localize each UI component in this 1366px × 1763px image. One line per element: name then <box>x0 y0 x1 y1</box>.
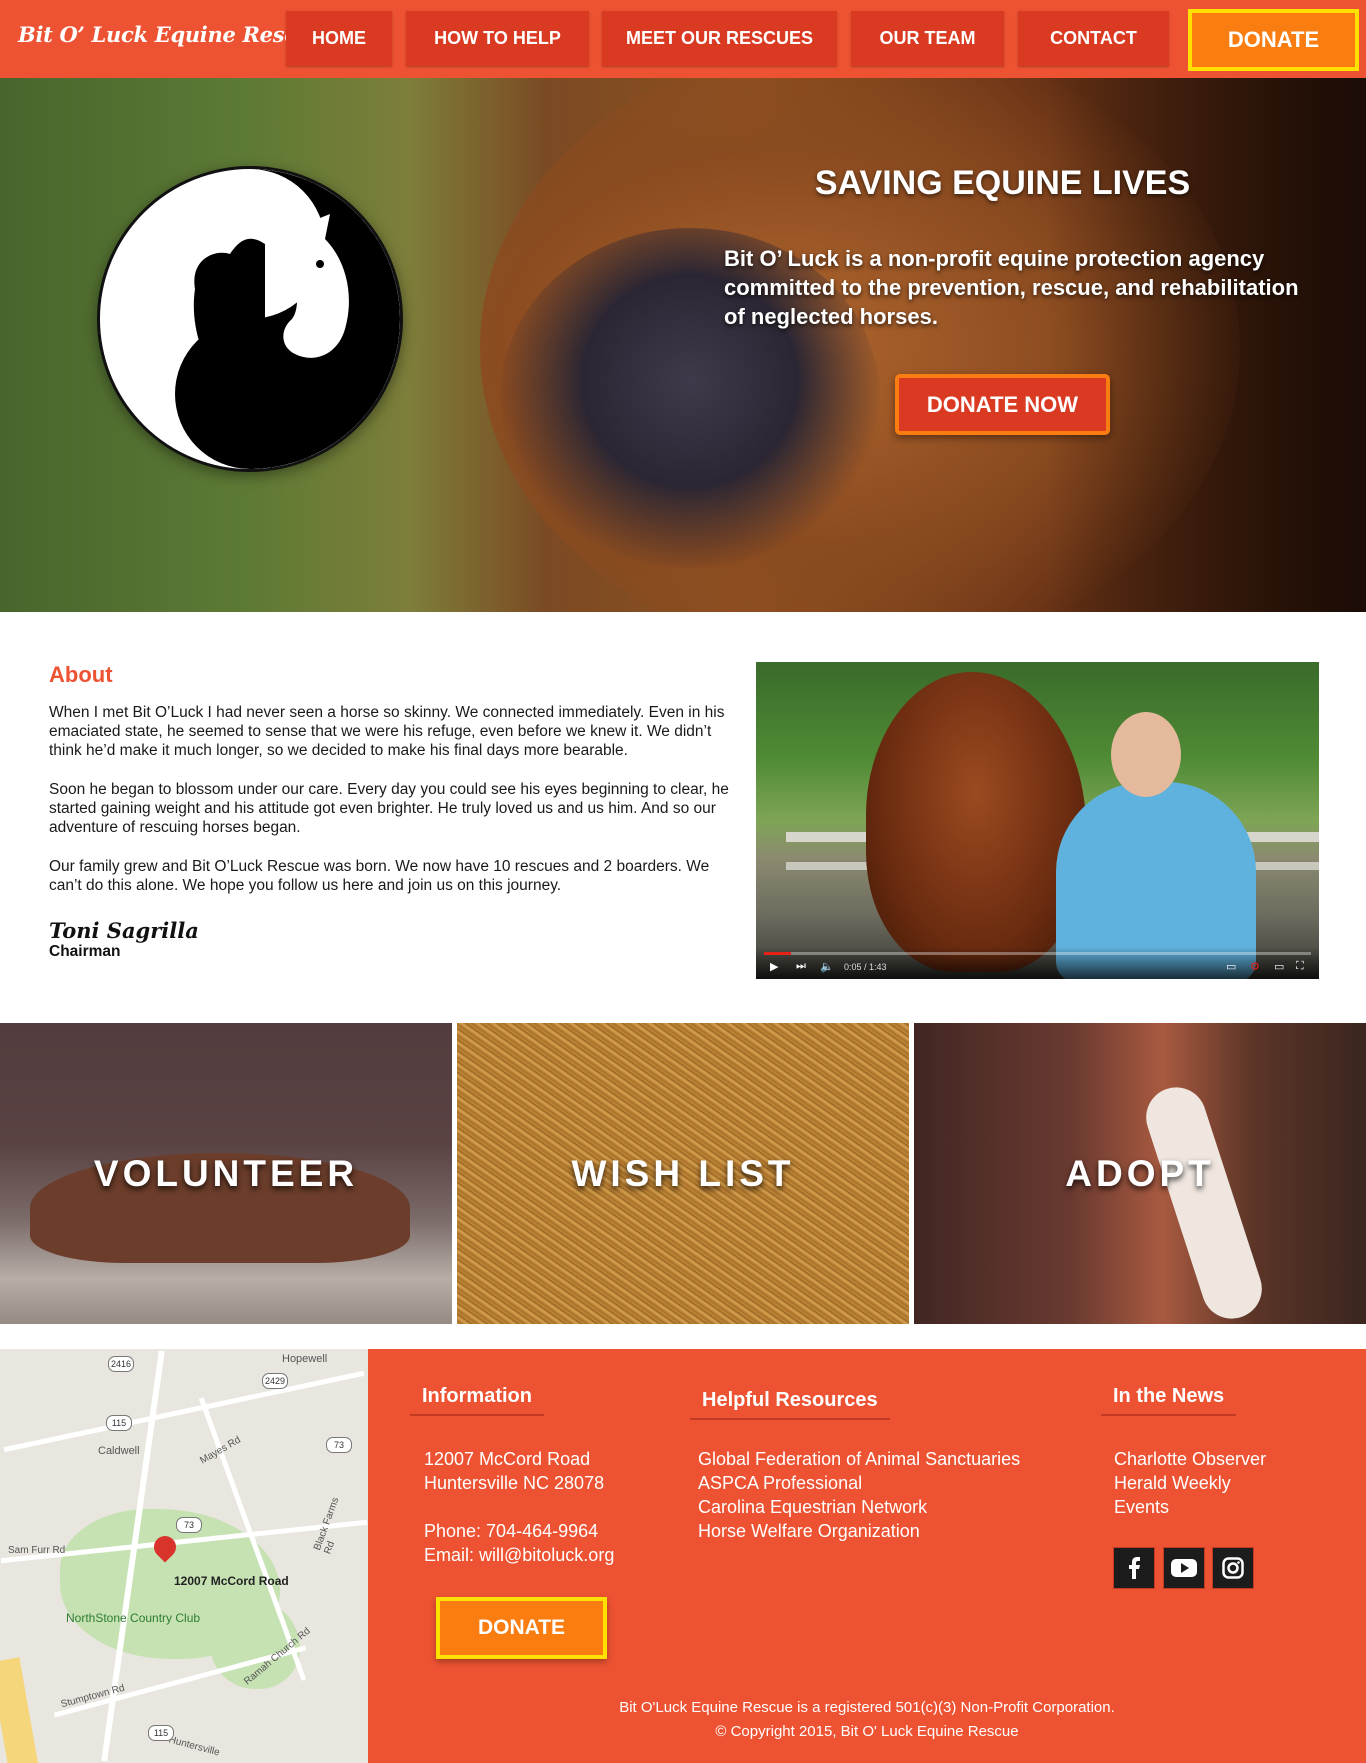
top-navigation: Bit O’ Luck Equine Rescue HOME HOW TO HE… <box>0 0 1366 78</box>
youtube-icon[interactable] <box>1163 1547 1205 1589</box>
news-link[interactable]: Events <box>1114 1495 1169 1519</box>
footer-address-line-2: Huntersville NC 28078 <box>424 1473 605 1493</box>
footer-phone[interactable]: Phone: 704-464-9964 <box>424 1519 598 1543</box>
rescue-emblem-logo <box>97 166 403 472</box>
video-progress-fill <box>764 952 792 955</box>
map-shield: 115 <box>106 1415 132 1431</box>
map-shield: 2429 <box>262 1373 288 1389</box>
about-paragraph-3: Our family grew and Bit O’Luck Rescue wa… <box>49 858 710 894</box>
map-place-caldwell: Caldwell <box>98 1445 140 1457</box>
location-map[interactable]: Hopewell Caldwell Sam Furr Rd NorthStone… <box>0 1349 368 1763</box>
about-heading: About <box>49 662 113 687</box>
news-link[interactable]: Charlotte Observer <box>1114 1447 1266 1471</box>
footer-info-heading: Information <box>410 1385 544 1416</box>
video-time: 0:05 / 1:43 <box>844 962 887 972</box>
map-shield: 73 <box>176 1517 202 1533</box>
map-place-huntersville: Huntersville <box>167 1734 221 1759</box>
volunteer-label: VOLUNTEER <box>93 1152 359 1194</box>
video-horse <box>866 672 1086 972</box>
volunteer-tile[interactable]: VOLUNTEER <box>0 1023 452 1324</box>
footer-news-heading: In the News <box>1101 1385 1237 1416</box>
play-icon[interactable]: ▶ <box>770 960 778 973</box>
copyright: © Copyright 2015, Bit O' Luck Equine Res… <box>715 1723 1019 1740</box>
about-video-player[interactable]: ▶ ⏭ 🔈 0:05 / 1:43 ▭ ⚙ ▭ ⛶ <box>756 662 1319 979</box>
adopt-tile[interactable]: ADOPT <box>914 1023 1366 1324</box>
resource-link[interactable]: ASPCA Professional <box>698 1471 862 1495</box>
nav-home[interactable]: HOME <box>286 11 392 66</box>
resource-link[interactable]: Horse Welfare Organization <box>698 1519 920 1543</box>
footer-address-line-1: 12007 McCord Road <box>424 1449 591 1469</box>
hero-title: SAVING EQUINE LIVES <box>814 164 1191 202</box>
signature: Toni Sagrilla <box>49 918 199 943</box>
map-place-black-farms: Black Farms Rd <box>312 1495 342 1556</box>
footer-email[interactable]: Email: will@bitoluck.org <box>424 1543 614 1567</box>
map-shield: 2416 <box>108 1356 134 1372</box>
map-place-mayes: Mayes Rd <box>198 1434 243 1467</box>
map-shield: 73 <box>326 1437 352 1453</box>
volume-icon[interactable]: 🔈 <box>820 960 834 973</box>
map-place-northstone: NorthStone Country Club <box>66 1611 201 1625</box>
map-place-sam-furr: Sam Furr Rd <box>8 1545 66 1556</box>
adopt-label: ADOPT <box>1065 1152 1215 1194</box>
map-place-hopewell: Hopewell <box>282 1353 328 1365</box>
theater-icon[interactable]: ▭ <box>1274 960 1284 973</box>
about-paragraph-2: Soon he began to blossom under our care.… <box>49 781 729 836</box>
resource-link[interactable]: Global Federation of Animal Sanctuaries <box>698 1447 1020 1471</box>
next-icon[interactable]: ⏭ <box>796 960 806 973</box>
about-paragraph-1: When I met Bit O’Luck I had never seen a… <box>49 704 725 759</box>
donate-now-button[interactable]: DONATE NOW <box>895 374 1110 435</box>
nav-our-team[interactable]: OUR TEAM <box>851 11 1004 66</box>
footer-resources-heading: Helpful Resources <box>690 1389 890 1420</box>
wish-list-tile[interactable]: WISH LIST <box>457 1023 909 1324</box>
wish-list-label: WISH LIST <box>571 1152 795 1194</box>
footer-donate-button[interactable]: DONATE <box>436 1597 607 1659</box>
nav-contact[interactable]: CONTACT <box>1018 11 1169 66</box>
map-address-label: 12007 McCord Road <box>174 1574 289 1588</box>
hero-description: Bit O’ Luck is a non-profit equine prote… <box>724 246 1299 329</box>
video-progress-track[interactable] <box>764 952 1311 955</box>
site-logo[interactable]: Bit O’ Luck Equine Rescue <box>18 22 325 47</box>
nav-how-to-help[interactable]: HOW TO HELP <box>406 11 589 66</box>
facebook-icon[interactable] <box>1113 1547 1155 1589</box>
news-link[interactable]: Herald Weekly <box>1114 1471 1231 1495</box>
resource-link[interactable]: Carolina Equestrian Network <box>698 1495 927 1519</box>
captions-icon[interactable]: ▭ <box>1226 960 1236 973</box>
hero-banner: SAVING EQUINE LIVES Bit O’ Luck is a non… <box>0 78 1366 612</box>
legal-notice: Bit O'Luck Equine Rescue is a registered… <box>619 1699 1115 1716</box>
fullscreen-icon[interactable]: ⛶ <box>1296 960 1304 973</box>
map-shield: 115 <box>148 1725 174 1741</box>
nav-donate-button[interactable]: DONATE <box>1188 9 1359 71</box>
instagram-icon[interactable] <box>1212 1547 1254 1589</box>
nav-meet-our-rescues[interactable]: MEET OUR RESCUES <box>602 11 837 66</box>
signature-role: Chairman <box>49 943 121 960</box>
settings-icon[interactable]: ⚙ <box>1250 960 1260 973</box>
